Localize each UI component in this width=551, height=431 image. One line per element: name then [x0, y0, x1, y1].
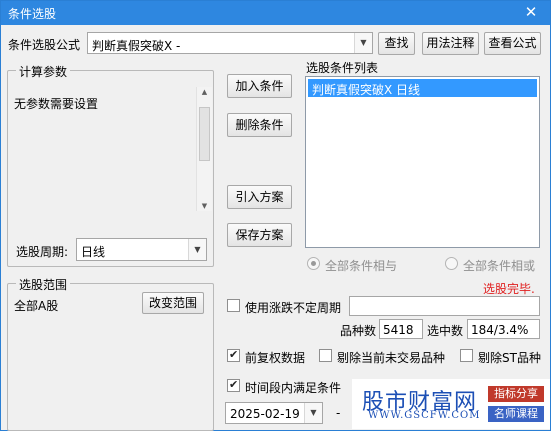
unfixed-period-checkbox[interactable] — [227, 299, 240, 312]
view-formula-button[interactable]: 查看公式 — [484, 32, 541, 55]
window-title: 条件选股 — [8, 7, 57, 21]
stock-range-group: 选股范围 全部A股 改变范围 — [7, 276, 214, 431]
period-satisfy-checkbox[interactable] — [227, 378, 240, 392]
formula-select-value: 判断真假突破X - — [92, 39, 181, 53]
condition-list[interactable]: 判断真假突破X 日线 — [305, 76, 540, 248]
hit-value-box: 184/3.4% — [467, 319, 540, 339]
close-icon[interactable]: ✕ — [522, 2, 540, 22]
exclude-untraded-label: 剔除当前未交易品种 — [337, 351, 446, 365]
scroll-thumb[interactable] — [199, 107, 210, 161]
title-bar: 条件选股 ✕ — [1, 1, 550, 25]
no-params-message: 无参数需要设置 — [14, 97, 99, 111]
calc-params-title: 计算参数 — [16, 63, 71, 80]
date-separator: - — [336, 406, 341, 420]
site-watermark: 股市财富网 WWW.GSCFW.COM 指标分享 名师课程 — [352, 379, 550, 429]
period-select[interactable]: 日线 ▼ — [76, 238, 207, 261]
save-scheme-button[interactable]: 保存方案 — [227, 223, 292, 247]
unfixed-period-label: 使用涨跌不定周期 — [245, 301, 342, 315]
find-button[interactable]: 查找 — [378, 32, 415, 55]
hit-value: 184/3.4% — [471, 323, 529, 337]
delete-condition-button[interactable]: 删除条件 — [227, 113, 292, 137]
exclude-untraded-checkbox[interactable] — [319, 349, 332, 362]
list-item[interactable]: 判断真假突破X 日线 — [308, 79, 537, 97]
period-label: 选股周期: — [16, 245, 69, 259]
start-date-picker[interactable]: 2025-02-19 ▼ — [225, 402, 323, 424]
period-select-value: 日线 — [81, 245, 106, 259]
chevron-down-icon[interactable]: ▼ — [354, 33, 372, 53]
period-satisfy-label: 时间段内满足条件 — [245, 381, 342, 395]
add-condition-button[interactable]: 加入条件 — [227, 74, 292, 98]
scroll-down-icon[interactable]: ▼ — [197, 202, 212, 210]
or-radio-label: 全部条件相或 — [463, 259, 536, 273]
formula-label: 条件选股公式 — [8, 38, 81, 52]
count-value: 5418 — [383, 323, 414, 337]
formula-select[interactable]: 判断真假突破X - ▼ — [87, 32, 373, 54]
watermark-url: WWW.GSCFW.COM — [368, 410, 481, 421]
pre-adjust-label: 前复权数据 — [245, 351, 306, 365]
status-text: 选股完毕. — [483, 282, 535, 296]
watermark-tag-course: 名师课程 — [488, 406, 544, 422]
count-label: 品种数 — [340, 324, 377, 338]
params-scrollbar[interactable]: ▲ ▼ — [196, 87, 212, 211]
count-value-box: 5418 — [379, 319, 423, 339]
change-range-button[interactable]: 改变范围 — [142, 292, 204, 314]
exclude-st-label: 剔除ST品种 — [478, 351, 541, 365]
condition-stock-picker-window: 条件选股 ✕ 条件选股公式 判断真假突破X - ▼ 查找 用法注释 查看公式 计… — [0, 0, 551, 431]
chevron-down-icon[interactable]: ▼ — [188, 239, 206, 260]
stock-range-value: 全部A股 — [14, 299, 59, 313]
chevron-down-icon[interactable]: ▼ — [304, 403, 322, 423]
stock-range-title: 选股范围 — [16, 276, 71, 293]
exclude-st-checkbox[interactable] — [460, 349, 473, 362]
hit-label: 选中数 — [427, 324, 464, 338]
and-radio[interactable] — [307, 257, 320, 270]
and-radio-label: 全部条件相与 — [325, 259, 398, 273]
pre-adjust-checkbox[interactable] — [227, 348, 240, 362]
or-radio[interactable] — [445, 257, 458, 270]
watermark-tag-share: 指标分享 — [488, 386, 544, 402]
unfixed-period-input[interactable] — [349, 296, 540, 316]
usage-notes-button[interactable]: 用法注释 — [422, 32, 479, 55]
scroll-up-icon[interactable]: ▲ — [197, 88, 212, 96]
import-scheme-button[interactable]: 引入方案 — [227, 185, 292, 209]
condition-list-title: 选股条件列表 — [306, 61, 379, 75]
start-date-value: 2025-02-19 — [230, 407, 300, 421]
calc-params-group: 计算参数 无参数需要设置 ▲ ▼ 选股周期: 日线 ▼ — [7, 63, 214, 267]
